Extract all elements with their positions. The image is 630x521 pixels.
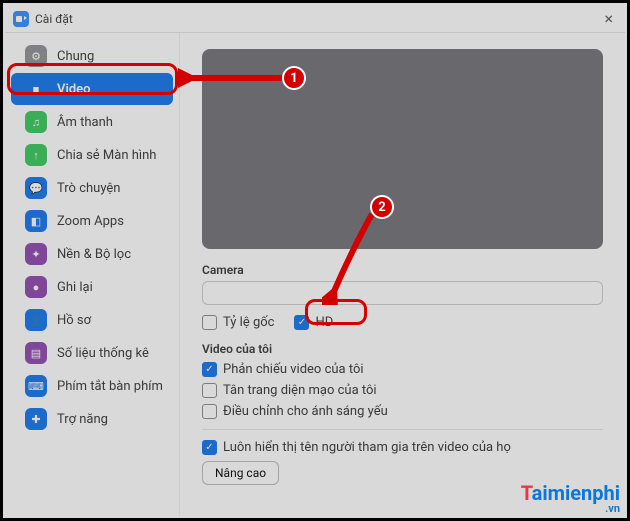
sidebar-item-audio[interactable]: ♫ Âm thanh — [11, 106, 173, 138]
option-label: Điều chỉnh cho ánh sáng yếu — [223, 404, 388, 419]
sidebar-item-chat[interactable]: 💬 Trò chuyện — [11, 172, 173, 204]
stats-icon: ▤ — [25, 342, 47, 364]
sidebar-item-profile[interactable]: 👤 Hồ sơ — [11, 304, 173, 336]
content-panel: Camera Tỷ lệ gốc HD Video của tôi Phản c… — [180, 33, 625, 516]
settings-window: Cài đặt × ⚙ Chung ■ Video ♫ Âm thanh ↑ Chia … — [5, 5, 625, 516]
checkbox-icon — [202, 383, 217, 398]
chat-icon: 💬 — [25, 177, 47, 199]
share-screen-icon: ↑ — [25, 144, 47, 166]
low-light-option[interactable]: Điều chỉnh cho ánh sáng yếu — [202, 404, 603, 419]
sidebar-item-label: Ghi lại — [57, 280, 93, 295]
titlebar: Cài đặt × — [5, 5, 625, 33]
headphones-icon: ♫ — [25, 111, 47, 133]
sidebar-item-label: Zoom Apps — [57, 214, 124, 229]
sidebar-item-label: Trợ năng — [57, 412, 108, 427]
sidebar-item-label: Phím tắt bàn phím — [57, 379, 163, 394]
sidebar-item-label: Chung — [57, 49, 94, 64]
option-label: Phản chiếu video của tôi — [223, 362, 364, 377]
divider — [202, 429, 603, 430]
sidebar-item-statistics[interactable]: ▤ Số liệu thống kê — [11, 337, 173, 369]
watermark-red: T — [521, 481, 532, 505]
sidebar-item-label: Trò chuyện — [57, 181, 120, 196]
sidebar-item-label: Hồ sơ — [57, 313, 91, 328]
sidebar-item-zoom-apps[interactable]: ◧ Zoom Apps — [11, 205, 173, 237]
camera-icon: ■ — [25, 78, 47, 100]
video-preview — [202, 49, 603, 249]
close-button[interactable]: × — [600, 9, 617, 28]
checkbox-checked-icon — [202, 440, 217, 455]
sidebar-item-video[interactable]: ■ Video — [11, 73, 173, 105]
sidebar-item-keyboard[interactable]: ⌨ Phím tắt bàn phím — [11, 370, 173, 402]
sidebar-item-general[interactable]: ⚙ Chung — [11, 40, 173, 72]
background-icon: ✦ — [25, 243, 47, 265]
gear-icon: ⚙ — [25, 45, 47, 67]
sidebar-item-label: Số liệu thống kê — [57, 346, 149, 361]
apps-icon: ◧ — [25, 210, 47, 232]
keyboard-icon: ⌨ — [25, 375, 47, 397]
my-video-heading: Video của tôi — [202, 342, 603, 356]
sidebar: ⚙ Chung ■ Video ♫ Âm thanh ↑ Chia sẻ Màn hìn… — [5, 33, 180, 516]
option-label: Tỷ lệ gốc — [223, 315, 274, 330]
hd-option[interactable]: HD — [294, 315, 333, 330]
accessibility-icon: ✚ — [25, 408, 47, 430]
always-names-option[interactable]: Luôn hiển thị tên người tham gia trên vi… — [202, 440, 603, 455]
sidebar-item-share-screen[interactable]: ↑ Chia sẻ Màn hình — [11, 139, 173, 171]
record-icon: ● — [25, 276, 47, 298]
sidebar-item-label: Chia sẻ Màn hình — [57, 148, 156, 163]
window-body: ⚙ Chung ■ Video ♫ Âm thanh ↑ Chia sẻ Màn hìn… — [5, 33, 625, 516]
checkbox-icon — [202, 404, 217, 419]
sidebar-item-label: Video — [57, 82, 91, 97]
checkbox-checked-icon — [294, 315, 309, 330]
camera-select[interactable] — [202, 281, 603, 305]
option-label: Luôn hiển thị tên người tham gia trên vi… — [223, 440, 511, 455]
profile-icon: 👤 — [25, 309, 47, 331]
watermark: Taimienphi .vn — [521, 481, 620, 515]
mirror-option[interactable]: Phản chiếu video của tôi — [202, 362, 603, 377]
aspect-original-option[interactable]: Tỷ lệ gốc — [202, 315, 274, 330]
camera-label: Camera — [202, 263, 603, 277]
sidebar-item-recording[interactable]: ● Ghi lại — [11, 271, 173, 303]
sidebar-item-label: Âm thanh — [57, 115, 113, 130]
checkbox-checked-icon — [202, 362, 217, 377]
zoom-app-icon — [13, 11, 29, 27]
window-title: Cài đặt — [35, 12, 73, 26]
touch-up-option[interactable]: Tân trang diện mạo của tôi — [202, 383, 603, 398]
option-label: HD — [315, 315, 333, 330]
checkbox-icon — [202, 315, 217, 330]
option-label: Tân trang diện mạo của tôi — [223, 383, 377, 398]
sidebar-item-label: Nền & Bộ lọc — [57, 247, 131, 262]
sidebar-item-background[interactable]: ✦ Nền & Bộ lọc — [11, 238, 173, 270]
advanced-button[interactable]: Nâng cao — [202, 461, 279, 485]
sidebar-item-accessibility[interactable]: ✚ Trợ năng — [11, 403, 173, 435]
